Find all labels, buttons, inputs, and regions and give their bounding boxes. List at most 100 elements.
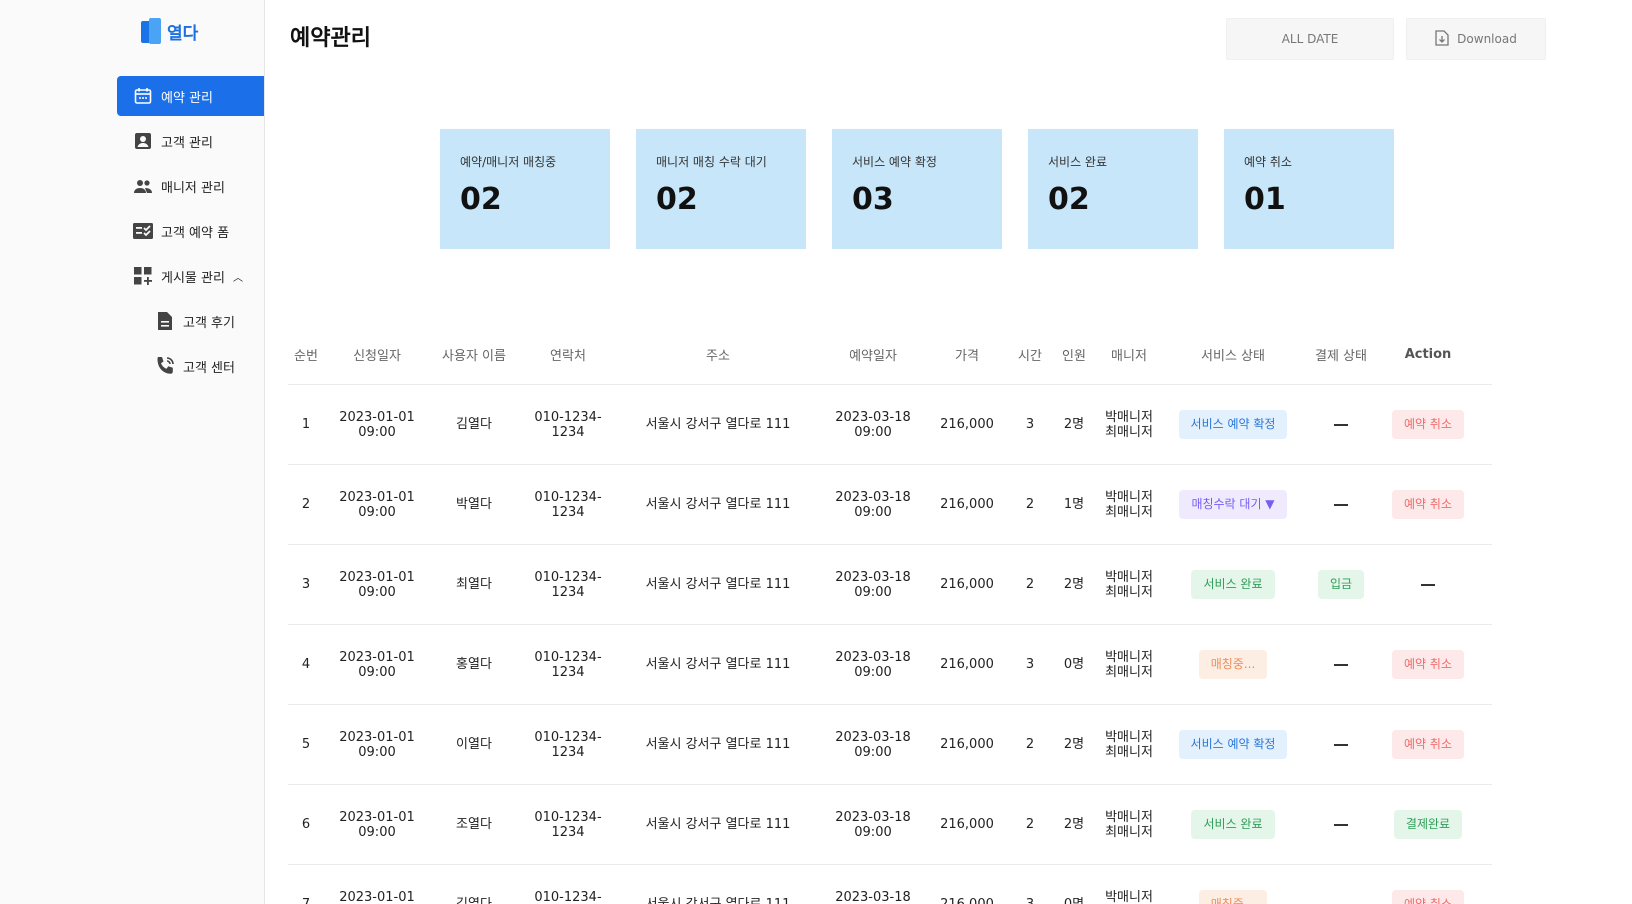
table-row[interactable]: 4 2023-01-01 09:00 홍열다 010-1234- 1234 서울시 강서구 … <box>288 625 1492 705</box>
people-count: 2명 <box>1063 817 1085 832</box>
summary-card-matching[interactable]: 예약/매니저 매칭중 02 <box>440 129 610 249</box>
user-name: 최열다 <box>456 577 492 592</box>
table-row[interactable]: 1 2023-01-01 09:00 김열다 010-1234- 1234 서울시 강서구 … <box>288 385 1492 465</box>
price: 216,000 <box>940 737 994 752</box>
address: 서울시 강서구 열다로 111 <box>645 417 791 432</box>
service-status-badge[interactable]: 매칭중... <box>1198 650 1268 679</box>
managers-line1: 박매니저 <box>1105 809 1153 825</box>
action-button[interactable]: 예약 취소 <box>1392 650 1464 679</box>
payment-status-badge-cell <box>1302 897 1380 904</box>
reservation-date: 2023-03-1809:00 <box>818 810 928 840</box>
phone: 010-1234-1234 <box>518 890 618 904</box>
phone: 010-1234-1234 <box>518 650 618 680</box>
managers-line1: 박매니저 <box>1105 729 1153 745</box>
table-row[interactable]: 5 2023-01-01 09:00 이열다 010-1234- 1234 서울시 강서구 … <box>288 705 1492 785</box>
calendar-icon <box>133 86 153 106</box>
row-number: 1 <box>301 417 311 432</box>
managers-line1: 박매니저 <box>1105 889 1153 904</box>
request-date: 2023-01-0109:00 <box>324 410 430 440</box>
action-button[interactable]: 예약 취소 <box>1392 490 1464 519</box>
sidebar-item-customers[interactable]: 고객 관리 <box>117 121 264 161</box>
action-button-cell: 예약 취소 <box>1380 890 1476 904</box>
row-number: 6 <box>301 817 311 832</box>
address: 서울시 강서구 열다로 111 <box>645 817 791 832</box>
service-status-badge[interactable]: 서비스 예약 확정 <box>1178 410 1288 439</box>
reservation-date-line1: 2023-03-18 <box>835 889 911 904</box>
price: 216,000 <box>940 417 994 432</box>
sidebar-item-label: 고객 후기 <box>183 315 235 331</box>
card-label: 서비스 예약 확정 <box>852 155 937 169</box>
reservation-date: 2023-03-1809:00 <box>818 650 928 680</box>
reservation-date: 2023-03-1809:00 <box>818 730 928 760</box>
column-header: 결제 상태 <box>1315 349 1367 364</box>
phone: 010-1234-1234 <box>518 490 618 520</box>
managers-line1: 박매니저 <box>1105 489 1153 505</box>
table-row[interactable]: 72023-01-0109:00김열다010-1234-1234서울시 강서구 … <box>288 865 1492 904</box>
request-date-line2: 09:00 <box>358 424 396 440</box>
action-button[interactable]: 예약 취소 <box>1392 410 1464 439</box>
row-number: 7 <box>288 897 324 904</box>
address: 서울시 강서구 열다로 111 <box>645 577 791 592</box>
action-button-cell <box>1380 577 1476 592</box>
summary-card-cancelled[interactable]: 예약 취소 01 <box>1224 129 1394 249</box>
sidebar-item-support[interactable]: 고객 센터 <box>117 346 264 386</box>
managers-line2: 최매니저 <box>1105 824 1153 840</box>
phone-line1: 010-1234- <box>534 569 602 585</box>
column-header: 가격 <box>955 349 979 364</box>
sidebar-item-booking-form[interactable]: 고객 예약 폼 <box>117 211 264 251</box>
empty-dash <box>1334 503 1348 506</box>
service-status-badge[interactable]: 매칭중... <box>1198 890 1268 904</box>
action-button[interactable]: 예약 취소 <box>1392 730 1464 759</box>
service-status-badge-cell: 서비스 완료 <box>1164 570 1302 599</box>
phone: 010-1234-1234 <box>518 410 618 440</box>
people-count: 0명 <box>1054 897 1094 904</box>
table-row[interactable]: 3 2023-01-01 09:00 최열다 010-1234- 1234 서울시 강서구 … <box>288 545 1492 625</box>
user-name: 김열다 <box>456 417 492 432</box>
summary-card-confirmed[interactable]: 서비스 예약 확정 03 <box>832 129 1002 249</box>
sidebar-item-reviews[interactable]: 고객 후기 <box>117 301 264 341</box>
reservation-date-line1: 2023-03-18 <box>835 809 911 825</box>
managers: 박매니저최매니저 <box>1094 570 1164 600</box>
service-status-badge-cell: 매칭중... <box>1164 890 1302 904</box>
column-header: Action <box>1404 347 1452 362</box>
service-status-badge-cell: 매칭중... <box>1164 650 1302 679</box>
managers: 박매니저최매니저 <box>1094 810 1164 840</box>
action-button[interactable]: 결제완료 <box>1393 810 1463 839</box>
price: 216,000 <box>940 657 994 672</box>
sidebar-item-posts[interactable]: 게시물 관리 ︿ <box>117 256 264 296</box>
service-status-badge[interactable]: 서비스 완료 <box>1191 810 1275 839</box>
row-number: 3 <box>301 577 311 592</box>
hours: 3 <box>1025 417 1035 432</box>
hours: 2 <box>1025 577 1035 592</box>
managers-line2: 최매니저 <box>1105 504 1153 520</box>
address: 서울시 강서구 열다로 111 <box>645 657 791 672</box>
people-count: 2명 <box>1063 417 1085 432</box>
phone: 010-1234-1234 <box>518 730 618 760</box>
sidebar-item-managers[interactable]: 매니저 관리 <box>117 166 264 206</box>
request-date: 2023-01-0109:00 <box>324 730 430 760</box>
action-button[interactable]: 예약 취소 <box>1392 890 1464 904</box>
action-button-cell: 예약 취소 <box>1380 490 1476 519</box>
date-filter-button[interactable]: ALL DATE <box>1226 18 1394 60</box>
payment-status-badge: 입금 <box>1317 570 1365 599</box>
service-status-badge[interactable]: 서비스 예약 확정 <box>1178 730 1288 759</box>
service-status-badge[interactable]: 매칭수락 대기 ▼ <box>1179 490 1287 519</box>
table-row[interactable]: 2 2023-01-01 09:00 박열다 010-1234- 1234 서울시 강서구 … <box>288 465 1492 545</box>
sidebar-item-reservations[interactable]: 예약 관리 <box>117 76 264 116</box>
user-name: 홍열다 <box>456 657 492 672</box>
download-button[interactable]: Download <box>1406 18 1546 60</box>
people-icon <box>133 176 153 196</box>
people-count: 1명 <box>1063 497 1085 512</box>
summary-card-accept-waiting[interactable]: 매니저 매칭 수락 대기 02 <box>636 129 806 249</box>
card-value: 01 <box>1244 182 1286 217</box>
phone: 010-1234-1234 <box>518 570 618 600</box>
download-icon <box>1435 29 1449 49</box>
request-date: 2023-01-0109:00 <box>324 890 430 904</box>
summary-card-completed[interactable]: 서비스 완료 02 <box>1028 129 1198 249</box>
service-status-badge[interactable]: 서비스 완료 <box>1191 570 1275 599</box>
table-row[interactable]: 6 2023-01-01 09:00 조열다 010-1234- 1234 서울시 강서구 … <box>288 785 1492 865</box>
sidebar-item-label: 게시물 관리 <box>161 270 225 286</box>
managers-line1: 박매니저 <box>1105 569 1153 585</box>
action-button-cell: 예약 취소 <box>1380 410 1476 439</box>
logo[interactable]: 열다 <box>141 18 198 44</box>
